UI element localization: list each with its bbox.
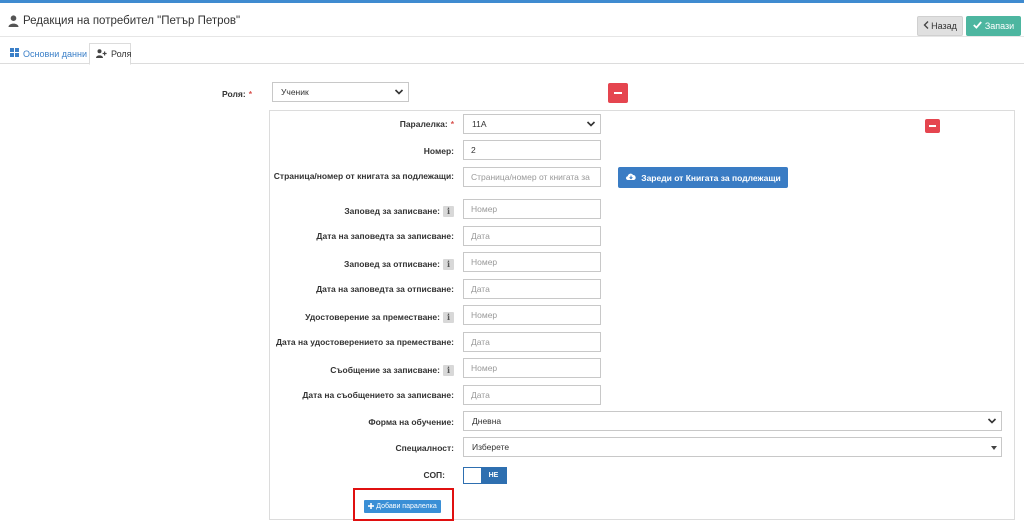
remove-role-button[interactable]	[608, 83, 628, 103]
role-label: Роля: *	[222, 89, 252, 99]
sop-toggle[interactable]: НЕ	[463, 467, 507, 484]
role-select[interactable]: Ученик	[272, 82, 409, 102]
number-label: Номер:	[423, 146, 454, 156]
role-select-value: Ученик	[281, 87, 309, 97]
user-plus-icon	[96, 48, 107, 60]
enroll-msg-date-input[interactable]: Дата	[463, 385, 601, 405]
save-button[interactable]: Запази	[966, 16, 1021, 36]
page-header: Редакция на потребител "Петър Петров" На…	[0, 3, 1024, 37]
sop-toggle-value: НЕ	[481, 468, 506, 483]
info-icon[interactable]: i	[443, 259, 454, 271]
back-button-label: Назад	[931, 21, 957, 31]
enroll-msg-date-label: Дата на съобщението за записване:	[302, 390, 454, 400]
transfer-cert-label: Удостоверение за преместване: i	[272, 312, 454, 324]
save-button-label: Запази	[984, 21, 1015, 31]
enroll-msg-label: Съобщение за записване: i	[272, 365, 454, 377]
unenroll-order-label: Заповед за отписване: i	[272, 259, 454, 271]
transfer-cert-date-label: Дата на удостоверението за преместване:	[275, 337, 454, 347]
unenroll-order-date-input[interactable]: Дата	[463, 279, 601, 299]
minus-icon	[929, 125, 936, 127]
tab-role[interactable]: Роля	[89, 43, 132, 65]
remove-class-button[interactable]	[925, 119, 940, 133]
enroll-order-date-input[interactable]: Дата	[463, 226, 601, 246]
add-class-button[interactable]: Добави паралелка	[364, 500, 441, 513]
plus-icon	[368, 502, 375, 511]
page-title-text: Редакция на потребител "Петър Петров"	[23, 15, 241, 27]
specialty-label: Специалност:	[395, 443, 454, 453]
class-select[interactable]: 11А	[463, 114, 601, 134]
cloud-download-icon	[625, 172, 637, 183]
specialty-select-value: Изберете	[472, 442, 510, 452]
tab-basic-data-label: Основни данни	[23, 48, 87, 59]
study-form-select-value: Дневна	[472, 416, 502, 426]
chevron-down-icon	[987, 416, 997, 428]
grid-icon	[10, 48, 19, 59]
page-number-label: Страница/номер от книгата за подлежащи:	[273, 171, 454, 181]
enroll-order-label: Заповед за записване: i	[272, 206, 454, 218]
tab-role-label: Роля	[111, 49, 132, 59]
unenroll-order-date-label: Дата на заповедта за отписване:	[316, 284, 454, 294]
study-form-select[interactable]: Дневна	[463, 411, 1002, 431]
sop-label: СОП:	[423, 470, 445, 480]
check-icon	[972, 21, 982, 31]
enroll-order-input[interactable]: Номер	[463, 199, 601, 219]
load-from-register-label: Зареди от Книгата за подлежащи	[641, 172, 781, 183]
specialty-select[interactable]: Изберете	[463, 437, 1002, 457]
chevron-left-icon	[923, 21, 929, 31]
page-number-input[interactable]: Страница/номер от книгата за	[463, 167, 601, 187]
load-from-register-button[interactable]: Зареди от Книгата за подлежащи	[618, 167, 788, 188]
info-icon[interactable]: i	[443, 365, 454, 377]
class-select-value: 11А	[472, 119, 487, 129]
back-button[interactable]: Назад	[917, 16, 963, 36]
sop-toggle-knob	[464, 468, 481, 483]
unenroll-order-input[interactable]: Номер	[463, 252, 601, 272]
enroll-msg-input[interactable]: Номер	[463, 358, 601, 378]
minus-icon	[614, 92, 622, 94]
chevron-down-icon	[394, 87, 404, 99]
page-title: Редакция на потребител "Петър Петров"	[8, 15, 240, 27]
caret-down-icon	[991, 446, 997, 450]
user-icon	[8, 15, 19, 27]
enroll-order-date-label: Дата на заповедта за записване:	[316, 231, 454, 241]
add-class-button-label: Добави паралелка	[376, 503, 437, 510]
chevron-down-icon	[586, 119, 596, 131]
class-label: Паралелка: *	[399, 119, 454, 129]
transfer-cert-date-input[interactable]: Дата	[463, 332, 601, 352]
transfer-cert-input[interactable]: Номер	[463, 305, 601, 325]
study-form-label: Форма на обучение:	[368, 417, 454, 427]
tab-basic-data[interactable]: Основни данни	[4, 43, 93, 64]
tab-bar: Основни данни Роля	[0, 43, 1024, 65]
info-icon[interactable]: i	[443, 312, 454, 324]
info-icon[interactable]: i	[443, 206, 454, 218]
number-input[interactable]: 2	[463, 140, 601, 160]
